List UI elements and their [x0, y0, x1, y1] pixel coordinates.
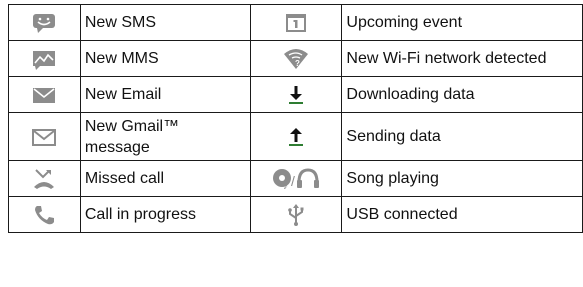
usb-icon [288, 203, 304, 226]
icon-cell [8, 160, 81, 197]
download-icon [288, 85, 303, 104]
table-row: New MMS ? New Wi-Fi network detected [8, 40, 583, 77]
mms-icon [33, 50, 56, 70]
svg-text:♪: ♪ [283, 181, 288, 192]
label-cell: Song playing [341, 160, 583, 197]
icon-cell [8, 76, 81, 113]
label-cell: New Wi-Fi network detected [341, 40, 583, 77]
song-playing-icon: ♪ / [272, 167, 319, 192]
icon-cell [8, 40, 81, 77]
icon-cell: ? [249, 40, 343, 77]
label-cell: New Email [79, 76, 251, 113]
label-cell: USB connected [341, 196, 583, 233]
table-row: New SMS Upcoming event [8, 4, 583, 41]
upload-icon [288, 127, 303, 146]
label-cell: Missed call [79, 160, 251, 197]
table-row: Call in progress USB connected [8, 196, 583, 233]
call-in-progress-icon [35, 205, 55, 224]
label-cell: Sending data [341, 112, 583, 161]
calendar-event-icon [285, 13, 306, 32]
svg-text:/: / [291, 173, 295, 189]
label-cell: Upcoming event [341, 4, 583, 41]
label-cell: New Gmail™ message [79, 112, 251, 161]
label-cell: New MMS [79, 40, 251, 77]
icon-cell [249, 76, 343, 113]
label-cell: Downloading data [341, 76, 583, 113]
gmail-icon [32, 128, 57, 146]
icon-cell [8, 196, 81, 233]
icon-cell [249, 4, 343, 41]
label-cell: Call in progress [79, 196, 251, 233]
email-icon [33, 87, 56, 103]
table-row: New Gmail™ message Sending data [8, 112, 583, 161]
icon-cell [8, 112, 81, 161]
missed-call-icon [34, 168, 55, 189]
table-row: Missed call ♪ / Song playing [8, 160, 583, 197]
sms-icon [33, 13, 56, 33]
icon-cell [249, 196, 343, 233]
icon-cell: ♪ / [249, 160, 343, 197]
table-row: New Email Downloading data [8, 76, 583, 113]
svg-text:?: ? [295, 59, 300, 68]
icon-cell [8, 4, 81, 41]
icon-cell [249, 112, 343, 161]
status-icons-table: New SMS Upcoming event New MMS ? New Wi-… [8, 4, 583, 233]
label-cell: New SMS [79, 4, 251, 41]
wifi-network-icon: ? [283, 48, 308, 69]
